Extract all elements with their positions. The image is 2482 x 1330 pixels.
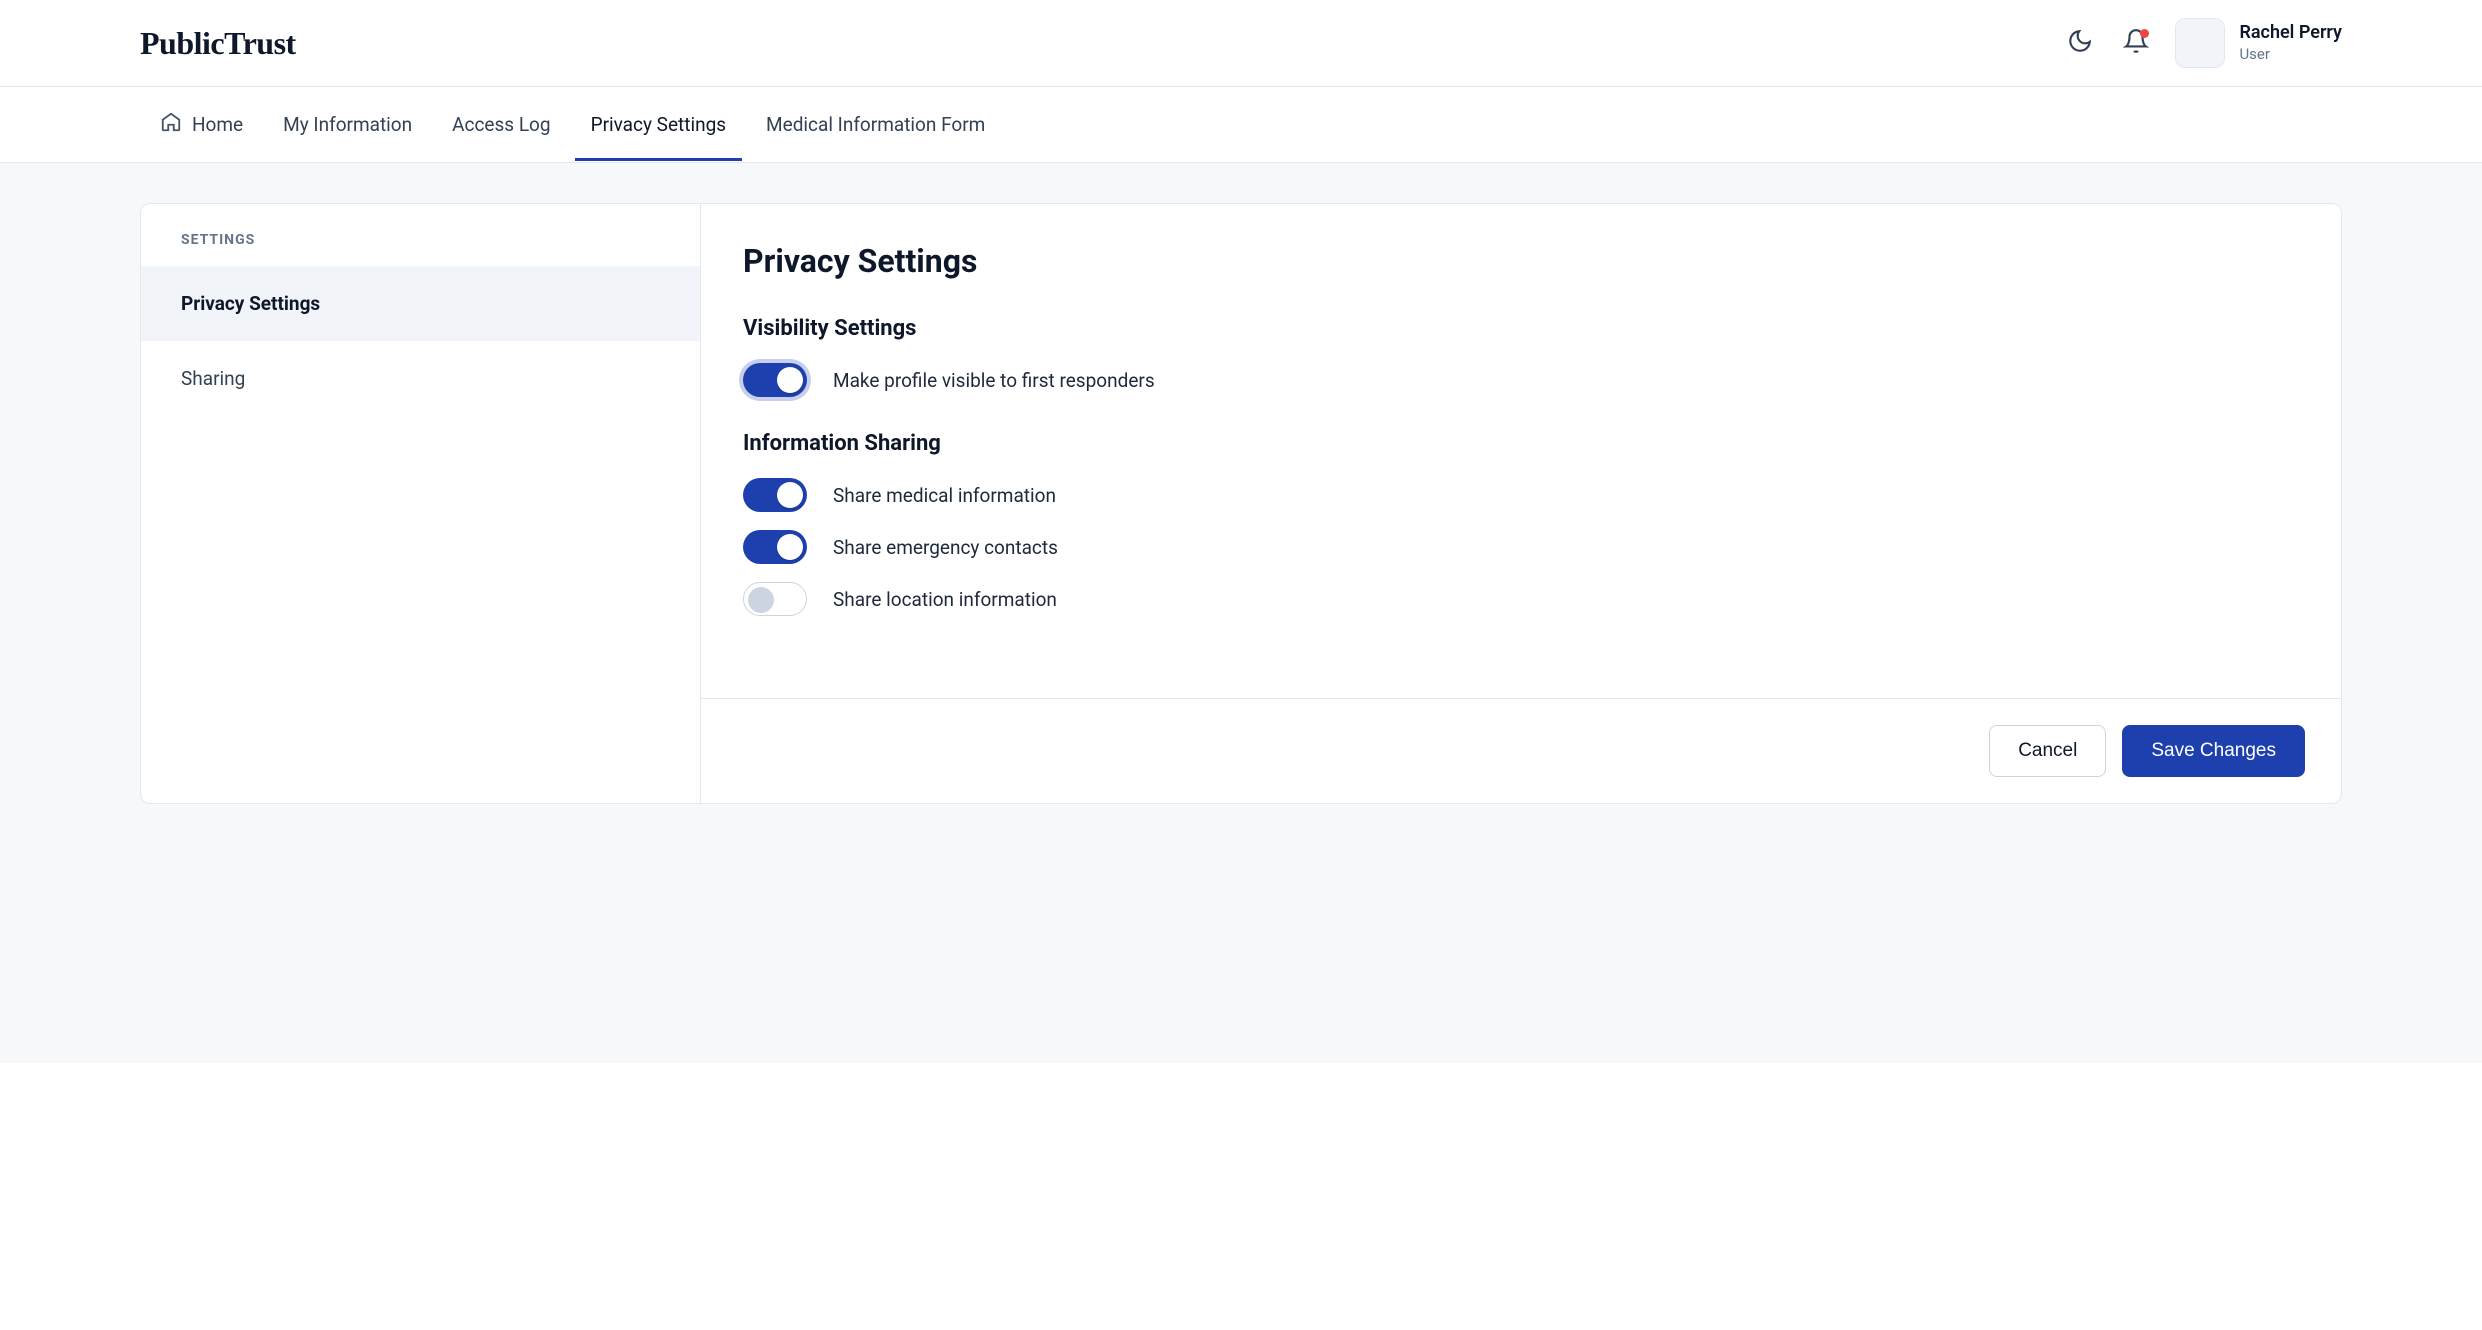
toggle-share-emergency[interactable] — [743, 530, 807, 564]
app-header: PublicTrust Rachel Perry User — [0, 0, 2482, 87]
sidebar-heading: SETTINGS — [141, 204, 700, 266]
main-nav: Home My Information Access Log Privacy S… — [0, 87, 2482, 163]
toggle-row-share-location: Share location information — [743, 582, 2299, 616]
settings-container: SETTINGS Privacy Settings Sharing Privac… — [140, 203, 2342, 804]
toggle-row-share-medical: Share medical information — [743, 478, 2299, 512]
app-logo: PublicTrust — [140, 25, 296, 62]
sidebar-item-sharing[interactable]: Sharing — [141, 341, 700, 416]
nav-home[interactable]: Home — [160, 87, 243, 162]
save-changes-button[interactable]: Save Changes — [2122, 725, 2305, 777]
sidebar-item-privacy-settings[interactable]: Privacy Settings — [141, 266, 700, 341]
section-title-visibility: Visibility Settings — [743, 316, 2299, 341]
nav-my-information[interactable]: My Information — [283, 89, 412, 160]
notifications-button[interactable] — [2119, 26, 2153, 60]
user-menu[interactable]: Rachel Perry User — [2175, 18, 2342, 68]
toggle-share-location[interactable] — [743, 582, 807, 616]
nav-item-label: My Information — [283, 113, 412, 136]
toggle-knob — [777, 367, 803, 393]
theme-toggle-button[interactable] — [2063, 26, 2097, 60]
section-title-sharing: Information Sharing — [743, 431, 2299, 456]
nav-privacy-settings[interactable]: Privacy Settings — [591, 89, 726, 160]
sidebar-item-label: Sharing — [181, 367, 245, 390]
main-content: Privacy Settings Visibility Settings Mak… — [701, 204, 2341, 698]
page-title: Privacy Settings — [743, 242, 2299, 280]
cancel-button[interactable]: Cancel — [1989, 725, 2106, 777]
toggle-label: Make profile visible to first responders — [833, 369, 1155, 392]
toggle-share-medical[interactable] — [743, 478, 807, 512]
avatar — [2175, 18, 2225, 68]
main-panel: Privacy Settings Visibility Settings Mak… — [700, 203, 2342, 804]
home-icon — [160, 111, 182, 138]
user-role: User — [2239, 45, 2342, 64]
toggle-knob — [777, 482, 803, 508]
toggle-profile-visible[interactable] — [743, 363, 807, 397]
toggle-label: Share location information — [833, 588, 1057, 611]
nav-item-label: Home — [192, 113, 243, 136]
toggle-knob — [777, 534, 803, 560]
toggle-label: Share emergency contacts — [833, 536, 1058, 559]
header-right: Rachel Perry User — [2063, 18, 2342, 68]
visibility-section: Visibility Settings Make profile visible… — [743, 316, 2299, 397]
toggle-row-share-emergency: Share emergency contacts — [743, 530, 2299, 564]
nav-access-log[interactable]: Access Log — [452, 89, 550, 160]
nav-item-label: Privacy Settings — [591, 113, 726, 136]
toggle-label: Share medical information — [833, 484, 1056, 507]
toggle-knob — [748, 587, 774, 613]
user-name: Rachel Perry — [2239, 22, 2342, 45]
user-meta: Rachel Perry User — [2239, 22, 2342, 63]
panel-footer: Cancel Save Changes — [701, 698, 2341, 803]
sharing-section: Information Sharing Share medical inform… — [743, 431, 2299, 616]
body-area: SETTINGS Privacy Settings Sharing Privac… — [0, 163, 2482, 1063]
moon-icon — [2067, 28, 2093, 58]
sidebar-item-label: Privacy Settings — [181, 292, 320, 315]
nav-item-label: Access Log — [452, 113, 550, 136]
nav-item-label: Medical Information Form — [766, 113, 985, 136]
settings-sidebar: SETTINGS Privacy Settings Sharing — [140, 203, 700, 804]
toggle-row-profile-visible: Make profile visible to first responders — [743, 363, 2299, 397]
nav-medical-information-form[interactable]: Medical Information Form — [766, 89, 985, 160]
